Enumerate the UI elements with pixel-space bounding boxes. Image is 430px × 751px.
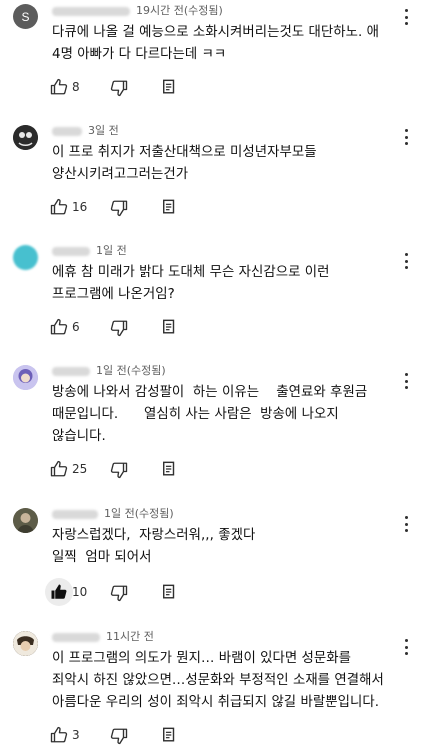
reply-icon bbox=[163, 199, 175, 214]
author-name-blurred[interactable] bbox=[52, 509, 98, 519]
comment-line: 프로그램에 나온거임? bbox=[52, 287, 175, 302]
comment-text: 방송에 나와서 감성팔이 하는 이유는 출연료와 후원금 때문입니다. 열심히 … bbox=[52, 382, 412, 448]
avatar[interactable] bbox=[13, 631, 38, 656]
comment-line: 에휴 참 미래가 밝다 도대체 무슨 자신감으로 이런 bbox=[52, 265, 330, 280]
comment-line: 자랑스럽겠다, 자랑스러워,,, 좋겠다 bbox=[52, 528, 256, 543]
like-button-active[interactable] bbox=[45, 578, 73, 606]
like-count: 6 bbox=[72, 320, 80, 334]
avatar[interactable] bbox=[13, 508, 38, 533]
thumbs-down-icon bbox=[110, 462, 128, 479]
comment-line: 않습니다. bbox=[52, 429, 106, 444]
like-count: 8 bbox=[72, 80, 80, 94]
comment-line: 이 프로그램의 의도가 뭔지… 바램이 있다면 성문화를 bbox=[52, 651, 352, 666]
thumbs-up-icon bbox=[50, 198, 68, 215]
comment-line: 방송에 나와서 감성팔이 하는 이유는 출연료와 후원금 bbox=[52, 385, 368, 400]
dislike-button[interactable] bbox=[110, 727, 128, 745]
thumbs-down-icon bbox=[110, 80, 128, 97]
comment-text: 이 프로그램의 의도가 뭔지… 바램이 있다면 성문화를 죄악시 하진 않았으면… bbox=[52, 648, 412, 714]
reply-icon bbox=[163, 319, 175, 334]
comment-actions: 8 bbox=[50, 78, 200, 98]
dislike-button[interactable] bbox=[110, 199, 128, 217]
comment-text: 이 프로 취지가 저출산대책으로 미성년자부모들 양산시키려고그러는건가 bbox=[52, 142, 412, 186]
thumbs-down-icon bbox=[110, 320, 128, 337]
reply-button[interactable] bbox=[162, 199, 177, 215]
thumbs-down-icon bbox=[110, 585, 128, 602]
thumbs-up-filled-icon bbox=[51, 584, 67, 599]
author-name-blurred[interactable] bbox=[52, 246, 90, 256]
comment-meta: 3일 전 bbox=[52, 124, 119, 138]
avatar[interactable] bbox=[13, 245, 38, 270]
avatar-letter: S bbox=[21, 9, 30, 24]
reply-button[interactable] bbox=[162, 584, 177, 600]
reply-button[interactable] bbox=[162, 79, 177, 95]
reply-icon bbox=[163, 584, 175, 599]
author-name-blurred[interactable] bbox=[52, 6, 130, 16]
comment-line: 다큐에 나올 걸 예능으로 소화시켜버리는것도 대단하노. 애 bbox=[52, 25, 380, 40]
comment-meta: 19시간 전(수정됨) bbox=[52, 4, 223, 18]
comment-time: 3일 전 bbox=[88, 124, 119, 137]
comment-line: 일찍 엄마 되어서 bbox=[52, 550, 152, 565]
comment-time: 19시간 전(수정됨) bbox=[136, 4, 223, 17]
reply-button[interactable] bbox=[162, 319, 177, 335]
comment-line: 이 프로 취지가 저출산대책으로 미성년자부모들 bbox=[52, 145, 317, 160]
comment-actions: 10 bbox=[45, 578, 200, 606]
dislike-button[interactable] bbox=[110, 319, 128, 337]
comment-meta: 1일 전(수정됨) bbox=[52, 364, 166, 378]
comment-time: 1일 전 bbox=[96, 244, 127, 257]
comment-meta: 11시간 전 bbox=[52, 630, 154, 644]
like-button[interactable] bbox=[50, 726, 68, 744]
author-name-blurred[interactable] bbox=[52, 632, 100, 642]
comment-line: 아름다운 우리의 성이 죄악시 취급되지 않길 바랄뿐입니다. bbox=[52, 695, 380, 710]
author-name-blurred[interactable] bbox=[52, 366, 90, 376]
avatar-image bbox=[13, 125, 38, 150]
like-count: 25 bbox=[72, 462, 88, 476]
comment-time: 1일 전(수정됨) bbox=[104, 507, 174, 520]
comment-time: 1일 전(수정됨) bbox=[96, 364, 166, 377]
comment-meta: 1일 전 bbox=[52, 244, 127, 258]
reply-button[interactable] bbox=[162, 461, 177, 477]
comment-text: 다큐에 나올 걸 예능으로 소화시켜버리는것도 대단하노. 애 4명 아빠가 다… bbox=[52, 22, 412, 66]
thumbs-up-icon bbox=[50, 318, 68, 335]
thumbs-up-icon bbox=[50, 78, 68, 95]
reply-icon bbox=[163, 727, 175, 742]
thumbs-up-icon bbox=[50, 460, 68, 477]
dislike-button[interactable] bbox=[110, 461, 128, 479]
comment-actions: 3 bbox=[50, 726, 200, 746]
comment-text: 에휴 참 미래가 밝다 도대체 무슨 자신감으로 이런 프로그램에 나온거임? bbox=[52, 262, 412, 306]
comment-actions: 25 bbox=[50, 460, 200, 480]
like-count: 3 bbox=[72, 728, 80, 742]
like-button[interactable] bbox=[50, 318, 68, 336]
like-button[interactable] bbox=[50, 78, 68, 96]
avatar[interactable]: S bbox=[13, 4, 38, 29]
dislike-button[interactable] bbox=[110, 584, 128, 602]
avatar-image bbox=[13, 508, 38, 533]
like-count: 10 bbox=[72, 585, 88, 599]
comment-meta: 1일 전(수정됨) bbox=[52, 507, 174, 521]
avatar[interactable] bbox=[13, 125, 38, 150]
thumbs-down-icon bbox=[110, 728, 128, 745]
comment-line: 때문입니다. 열심히 사는 사람은 방송에 나오지 bbox=[52, 407, 339, 422]
reply-icon bbox=[163, 79, 175, 94]
comment-line: 양산시키려고그러는건가 bbox=[52, 167, 189, 182]
reply-icon bbox=[163, 461, 175, 476]
comment-text: 자랑스럽겠다, 자랑스러워,,, 좋겠다 일찍 엄마 되어서 bbox=[52, 525, 412, 569]
thumbs-down-icon bbox=[110, 200, 128, 217]
reply-button[interactable] bbox=[162, 727, 177, 743]
comment-line: 죄악시 하진 않았으면…성문화와 부정적인 소재를 연결해서 bbox=[52, 673, 384, 688]
thumbs-up-icon bbox=[50, 726, 68, 743]
like-count: 16 bbox=[72, 200, 88, 214]
avatar-image bbox=[13, 631, 38, 656]
comment-line: 4명 아빠가 다 다르다는데 ㅋㅋ bbox=[52, 47, 227, 62]
author-name-blurred[interactable] bbox=[52, 126, 82, 136]
comment-actions: 6 bbox=[50, 318, 200, 338]
like-button[interactable] bbox=[50, 198, 68, 216]
comment-time: 11시간 전 bbox=[106, 630, 154, 643]
dislike-button[interactable] bbox=[110, 79, 128, 97]
like-button[interactable] bbox=[50, 460, 68, 478]
comment-actions: 16 bbox=[50, 198, 200, 218]
avatar[interactable] bbox=[13, 365, 38, 390]
avatar-image bbox=[13, 365, 38, 390]
